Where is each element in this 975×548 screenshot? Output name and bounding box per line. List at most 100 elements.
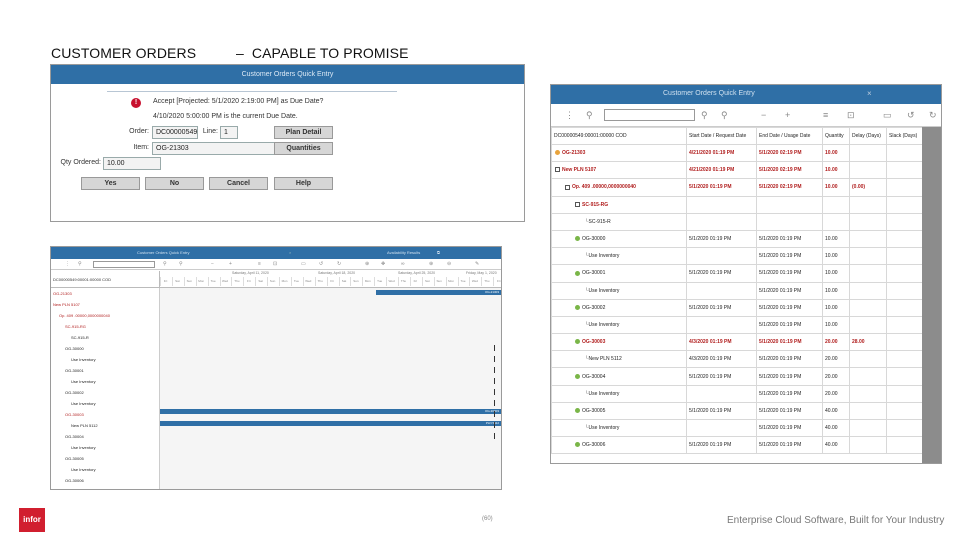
close-icon[interactable]: × [867,89,872,98]
column-header[interactable]: Quantity [822,127,850,145]
cell-end: 5/1/2020 01:19 PM [756,264,823,283]
column-header[interactable]: DC00000549:00001:00000 COD [551,127,687,145]
tree-row[interactable]: OG-30005 [51,453,159,464]
expand-icon[interactable]: + [229,261,232,267]
refresh-icon[interactable]: ↻ [929,110,937,121]
tree-row[interactable]: OG-30004 [51,431,159,442]
tree-row[interactable]: OG-30000 [51,343,159,354]
plan-detail-button[interactable]: Plan Detail [274,126,333,139]
column-header[interactable]: Start Date / Request Date [686,127,757,145]
table-row[interactable]: SC-915-RG [551,195,923,214]
line-label: Line: [202,128,218,135]
pan-icon[interactable]: ✥ [381,261,385,267]
tree-row[interactable]: Use Inventory [51,376,159,387]
tree-row[interactable]: Use Inventory [51,354,159,365]
cell-qty: 10.00 [822,281,850,300]
binoculars-icon[interactable]: ⚲ [586,110,593,121]
find-next-icon[interactable]: ⚲ [701,110,708,121]
tree-row[interactable]: OG-30006 [51,475,159,486]
table-row[interactable]: └ Use Inventory 5/1/2020 01:19 PM 40.00 [551,418,923,438]
cancel-button[interactable]: Cancel [209,177,268,190]
qty-ordered-field[interactable]: 10.00 [103,157,161,170]
collapse-icon[interactable]: − [211,261,214,267]
undo-icon[interactable]: ↺ [319,261,323,267]
gantt-bar[interactable]: OG-21303 [376,290,501,295]
table-row[interactable]: Op. 409 .00000,0000000040 5/1/2020 01:19 … [551,178,923,197]
edit-icon[interactable]: ✎ [475,261,479,267]
table-row[interactable]: OG-30006 5/1/2020 01:19 PM 5/1/2020 01:19 … [551,436,923,455]
table-row[interactable]: New PLN 5107 4/21/2020 01:19 PM 5/1/2020 0… [551,161,923,180]
day-label: Mon [279,277,289,286]
line-field[interactable]: 1 [220,126,238,139]
tree-row[interactable]: OG-30001 [51,365,159,376]
cell-start: 5/1/2020 01:19 PM [686,436,757,455]
zoom-out-icon[interactable]: ⊖ [447,261,451,267]
close-icon[interactable]: × [289,250,291,255]
help-button[interactable]: Help [274,177,333,190]
zoom-in-icon[interactable]: ⊕ [429,261,433,267]
table-row[interactable]: └ New PLN 5112 4/3/2020 01:19 PM 5/1/2020 … [551,350,923,369]
table-row[interactable]: OG-30005 5/1/2020 01:19 PM 5/1/2020 01:19 … [551,401,923,421]
table-row[interactable]: OG-30001 5/1/2020 01:19 PM 5/1/2020 01:19 … [551,264,923,283]
table-row[interactable]: └ Use Inventory 5/1/2020 01:19 PM 10.00 [551,247,923,266]
tree-row[interactable]: OG-30002 [51,387,159,398]
link-icon[interactable]: ∞ [401,261,405,267]
quantities-button[interactable]: Quantities [274,142,333,155]
search-input[interactable] [93,261,155,268]
tree-row[interactable]: SC-915-RG [51,321,159,332]
export-icon[interactable]: ⊡ [847,110,855,121]
list-icon[interactable]: ≡ [258,261,261,267]
tree-row[interactable]: Use Inventory [51,442,159,453]
collapse-icon[interactable]: − [761,110,766,120]
zoom-icon[interactable]: ⊕ [365,261,369,267]
column-header[interactable]: Delay (Days) [849,127,887,145]
cell-start: 5/1/2020 01:19 PM [686,264,757,283]
calendar-icon[interactable]: ▭ [301,261,306,267]
tree-cell: └ Use Inventory [551,247,687,266]
search-input[interactable] [604,109,695,121]
menu-icon[interactable]: ⋮ [65,261,70,267]
find-all-icon[interactable]: ⚲ [721,110,728,121]
expand-icon[interactable]: + [785,110,790,120]
gantt-bar[interactable]: OG-30003 [160,409,501,414]
tree-row[interactable]: Use Inventory [51,398,159,409]
tree-row[interactable]: New PLN 5112 [51,420,159,431]
column-header[interactable]: End Date / Usage Date [756,127,823,145]
tree-row[interactable]: Use Inventory [51,464,159,475]
table-row[interactable]: OG-30003 4/3/2020 01:19 PM 5/1/2020 01:19 … [551,333,923,352]
find-all-icon[interactable]: ⚲ [179,261,183,267]
table-row[interactable]: └ SC-915-R [551,212,923,231]
item-icon [575,408,580,414]
no-button[interactable]: No [145,177,204,190]
refresh-icon[interactable]: ↻ [337,261,341,267]
table-row[interactable]: └ Use Inventory 5/1/2020 01:19 PM 20.00 [551,384,923,403]
table-row[interactable]: OG-30004 5/1/2020 01:19 PM 5/1/2020 01:19 … [551,367,923,386]
popout-icon[interactable]: ⧉ [437,250,440,255]
export-icon[interactable]: ⊡ [273,261,277,267]
calendar-icon[interactable]: ▭ [883,110,892,121]
table-row[interactable]: OG-30002 5/1/2020 01:19 PM 5/1/2020 01:19 … [551,298,923,317]
menu-icon[interactable]: ⋮ [565,110,574,121]
find-next-icon[interactable]: ⚲ [163,261,167,267]
gantt-bar[interactable]: PLN 5112 [160,421,501,426]
undo-icon[interactable]: ↺ [907,110,915,121]
yes-button[interactable]: Yes [81,177,140,190]
table-row[interactable]: └ Use Inventory 5/1/2020 01:19 PM 10.00 [551,281,923,300]
binoculars-icon[interactable]: ⚲ [78,261,82,267]
scroll-area[interactable] [922,127,941,463]
table-row[interactable]: OG-21303 4/21/2020 01:19 PM 5/1/2020 02:19… [551,143,923,163]
list-icon[interactable]: ≡ [823,110,828,120]
tree-row[interactable]: OG-21303 [51,288,159,299]
cell-slack [886,161,923,180]
cell-delay [849,384,887,403]
tree-row[interactable]: OG-30003 [51,409,159,420]
expand-toggle-icon [575,201,580,207]
table-row[interactable]: OG-30000 5/1/2020 01:19 PM 5/1/2020 01:19 … [551,229,923,249]
column-header[interactable]: Slack (Days) [886,127,923,145]
tree-row[interactable]: Op. 409 .00000,0000000040 [51,310,159,321]
table-row[interactable]: └ Use Inventory 5/1/2020 01:19 PM 10.00 [551,315,923,335]
tree-row[interactable]: SC-915-R [51,332,159,343]
tree-cell: SC-915-RG [551,195,687,214]
cell-start: 5/1/2020 01:19 PM [686,298,757,317]
tree-row[interactable]: New PLN 5107 [51,299,159,310]
